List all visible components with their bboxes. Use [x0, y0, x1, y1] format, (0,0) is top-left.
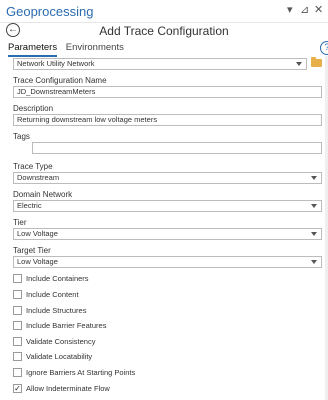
- input-network-select[interactable]: Network Utility Network: [13, 58, 307, 70]
- tool-title: Add Trace Configuration: [99, 24, 229, 38]
- tier-value: Low Voltage: [17, 229, 58, 238]
- trace-type-value: Downstream: [17, 173, 60, 182]
- pane-titlebar: Geoprocessing ▾ ⊿ ✕: [0, 0, 328, 23]
- checkbox-label: Include Barrier Features: [26, 321, 107, 330]
- checkbox-label: Ignore Barriers At Starting Points: [26, 368, 136, 377]
- tab-parameters[interactable]: Parameters: [8, 42, 58, 57]
- chevron-down-icon: [311, 232, 317, 236]
- description-label: Description: [13, 104, 54, 113]
- checkbox-label: Validate Consistency: [26, 337, 96, 346]
- browse-folder-icon[interactable]: [311, 57, 322, 67]
- trace-type-select[interactable]: Downstream: [13, 172, 322, 184]
- domain-network-label: Domain Network: [13, 190, 73, 199]
- tags-input[interactable]: [32, 142, 322, 154]
- tier-select[interactable]: Low Voltage: [13, 228, 322, 240]
- chevron-down-icon: [311, 204, 317, 208]
- pane-menu-icon[interactable]: ▾: [287, 3, 293, 17]
- pane-title: Geoprocessing: [6, 4, 94, 19]
- target-tier-select[interactable]: Low Voltage: [13, 256, 322, 268]
- checkbox-label: Include Containers: [26, 274, 89, 283]
- pin-icon[interactable]: ⊿: [300, 3, 309, 17]
- checkbox-box[interactable]: [13, 306, 22, 315]
- input-network-value: Network Utility Network: [17, 59, 95, 68]
- close-icon[interactable]: ✕: [314, 3, 323, 17]
- checkbox-box[interactable]: [13, 290, 22, 299]
- checkbox-label: Allow Indeterminate Flow: [26, 384, 110, 393]
- checkbox-box[interactable]: [13, 321, 22, 330]
- checkbox-box[interactable]: [13, 352, 22, 361]
- target-tier-value: Low Voltage: [17, 257, 58, 266]
- domain-network-value: Electric: [17, 201, 42, 210]
- domain-network-select[interactable]: Electric: [13, 200, 322, 212]
- chevron-down-icon: [296, 62, 302, 66]
- checkbox-box[interactable]: [13, 368, 22, 377]
- tags-label: Tags: [13, 132, 30, 141]
- chevron-down-icon: [311, 176, 317, 180]
- checkbox-box[interactable]: [13, 274, 22, 283]
- tier-label: Tier: [13, 218, 27, 227]
- target-tier-label: Target Tier: [13, 246, 51, 255]
- chevron-down-icon: [311, 260, 317, 264]
- trace-config-name-label: Trace Configuration Name: [13, 76, 107, 85]
- checkbox-label: Validate Locatability: [26, 352, 93, 361]
- checkbox-box[interactable]: ✓: [13, 384, 22, 393]
- tab-environments[interactable]: Environments: [66, 42, 124, 55]
- checkbox-box[interactable]: [13, 337, 22, 346]
- checkbox-label: Include Content: [26, 290, 79, 299]
- trace-config-name-input[interactable]: JD_DownstreamMeters: [13, 86, 322, 98]
- checkbox-label: Include Structures: [26, 306, 87, 315]
- trace-type-label: Trace Type: [13, 162, 53, 171]
- tool-tabs: Parameters Environments: [8, 42, 130, 57]
- help-icon[interactable]: ?: [320, 41, 328, 55]
- description-input[interactable]: Returning downstream low voltage meters: [13, 114, 322, 126]
